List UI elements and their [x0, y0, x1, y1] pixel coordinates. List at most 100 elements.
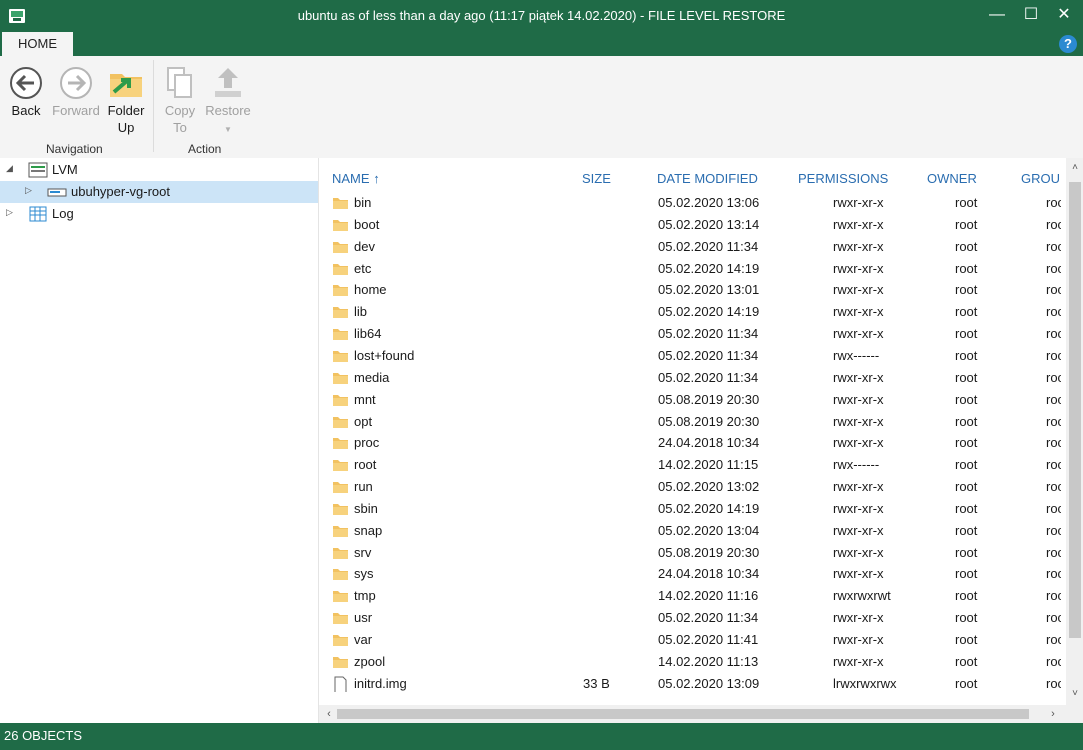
log-icon: [29, 206, 47, 222]
folder-icon: [333, 591, 348, 603]
restore-dropdown-icon[interactable]: ▼: [224, 125, 232, 134]
folder-icon: [333, 198, 348, 209]
file-date-modified: 05.02.2020 11:41: [658, 632, 759, 647]
forward-button[interactable]: Forward: [50, 66, 102, 119]
table-row[interactable]: lib64 05.02.2020 11:34 rwxr-xr-x root root: [319, 323, 1061, 345]
table-row[interactable]: home 05.02.2020 13:01 rwxr-xr-x root root: [319, 279, 1061, 301]
file-owner: root: [955, 632, 978, 647]
close-button[interactable]: ✕: [1050, 4, 1078, 26]
tree-collapse-icon[interactable]: ◢: [6, 163, 13, 174]
column-header-permissions[interactable]: PERMISSIONS: [798, 171, 888, 186]
copy-icon: [167, 67, 192, 98]
column-header-group[interactable]: GROUP: [1021, 171, 1061, 186]
table-row[interactable]: media 05.02.2020 11:34 rwxr-xr-x root root: [319, 367, 1061, 389]
table-row[interactable]: srv 05.08.2019 20:30 rwxr-xr-x root root: [319, 542, 1061, 564]
table-row[interactable]: proc 24.04.2018 10:34 rwxr-xr-x root root: [319, 432, 1061, 454]
file-group: root: [1046, 588, 1061, 604]
action-group-label: Action: [188, 142, 222, 156]
file-name: usr: [354, 610, 373, 626]
file-permissions: rwxr-xr-x: [833, 369, 884, 385]
table-row[interactable]: lost+found 05.02.2020 11:34 rwx------ root r…: [319, 345, 1061, 367]
file-name: bin: [354, 195, 372, 210]
table-row[interactable]: opt 05.08.2019 20:30 rwxr-xr-x root root: [319, 411, 1061, 433]
folder-icon: [333, 635, 348, 646]
file-date-modified: 05.08.2019 20:30: [658, 413, 760, 429]
scroll-left-icon[interactable]: ‹: [323, 708, 335, 720]
tree-expand-icon[interactable]: ▷: [25, 185, 32, 196]
restore-icon: [215, 68, 241, 97]
table-row[interactable]: dev 05.02.2020 11:34 rwxr-xr-x root root: [319, 236, 1061, 258]
table-row[interactable]: zpool 14.02.2020 11:13 rwxr-xr-x root root: [319, 651, 1061, 673]
tree-item-ubuhyper-vg-root[interactable]: ▷ ubuhyper-vg-root: [0, 181, 318, 203]
server-icon: [28, 162, 48, 178]
tab-home[interactable]: HOME: [2, 32, 73, 56]
table-row[interactable]: tmp 14.02.2020 11:16 rwxrwxrwt root root: [319, 585, 1061, 607]
folder-up-button[interactable]: Folder Up: [106, 66, 146, 136]
tree-expand-icon[interactable]: ▷: [6, 207, 13, 218]
file-permissions: rwx------: [833, 347, 880, 363]
folder-icon: [333, 416, 348, 428]
vertical-scroll-thumb[interactable]: [1069, 182, 1081, 638]
column-header-owner[interactable]: OWNER: [927, 171, 977, 186]
vertical-scrollbar[interactable]: ˄ ˅: [1066, 158, 1083, 723]
file-name: root: [354, 457, 377, 473]
folder-icon: [333, 656, 348, 668]
table-row[interactable]: etc 05.02.2020 14:19 rwxr-xr-x root root: [319, 258, 1061, 280]
file-date-modified: 24.04.2018 10:34: [658, 566, 760, 582]
file-name: lib: [354, 304, 368, 320]
file-icon: [334, 676, 347, 692]
file-group: root: [1046, 566, 1061, 582]
file-owner: root: [955, 522, 978, 538]
file-owner: root: [955, 675, 978, 691]
table-row[interactable]: sys 24.04.2018 10:34 rwxr-xr-x root root: [319, 563, 1061, 585]
table-row[interactable]: sbin 05.02.2020 14:19 rwxr-xr-x root root: [319, 498, 1061, 520]
table-row[interactable]: lib 05.02.2020 14:19 rwxr-xr-x root root: [319, 301, 1061, 323]
horizontal-scrollbar[interactable]: ‹ ›: [319, 705, 1066, 723]
file-owner: root: [955, 369, 978, 385]
copy-to-button[interactable]: Copy To: [162, 66, 198, 136]
file-group: root: [1046, 216, 1061, 232]
folder-icon: [333, 503, 348, 515]
back-button[interactable]: Back: [8, 66, 44, 119]
table-row[interactable]: usr 05.02.2020 11:34 rwxr-xr-x root root: [319, 607, 1061, 629]
scroll-down-icon[interactable]: ˅: [1069, 688, 1081, 700]
horizontal-scroll-thumb[interactable]: [337, 709, 1029, 719]
file-group: root: [1046, 479, 1061, 495]
help-icon[interactable]: ?: [1059, 35, 1077, 53]
table-row[interactable]: var 05.02.2020 11:41 rwxr-xr-x root root: [319, 629, 1061, 651]
back-arrow-icon: [10, 67, 42, 99]
table-row[interactable]: bin 05.02.2020 13:06 rwxr-xr-x root root: [319, 192, 1061, 214]
table-row[interactable]: snap 05.02.2020 13:04 rwxr-xr-x root root: [319, 520, 1061, 542]
tree-item-log[interactable]: ▷ Log: [0, 203, 318, 225]
scroll-up-icon[interactable]: ˄: [1069, 162, 1081, 174]
file-group: root: [1046, 435, 1061, 451]
minimize-button[interactable]: —: [983, 4, 1011, 26]
tree-item-lvm[interactable]: ◢ LVM: [0, 159, 318, 181]
table-row[interactable]: boot 05.02.2020 13:14 rwxr-xr-x root root: [319, 214, 1061, 236]
file-permissions: rwxr-xr-x: [833, 435, 884, 451]
file-owner: root: [955, 391, 978, 407]
file-owner: root: [955, 304, 978, 320]
file-permissions: rwxr-xr-x: [833, 653, 884, 669]
column-header-date[interactable]: DATE MODIFIED: [657, 171, 758, 186]
file-owner: root: [955, 435, 978, 451]
file-date-modified: 05.02.2020 11:34: [658, 347, 759, 363]
scroll-right-icon[interactable]: ›: [1047, 708, 1059, 720]
file-owner: root: [955, 610, 978, 626]
file-name: home: [354, 282, 387, 298]
column-header-name[interactable]: NAME ↑: [332, 171, 380, 186]
table-row[interactable]: initrd.img 33 B 05.02.2020 13:09 lrwxrwxrwx…: [319, 673, 1061, 695]
restore-button[interactable]: Restore ▼: [203, 66, 253, 138]
file-name: srv: [354, 544, 372, 560]
file-date-modified: 05.02.2020 11:34: [658, 369, 759, 385]
file-date-modified: 05.02.2020 13:02: [658, 479, 760, 495]
table-row[interactable]: mnt 05.08.2019 20:30 rwxr-xr-x root root: [319, 389, 1061, 411]
file-owner: root: [955, 238, 978, 254]
maximize-button[interactable]: ☐: [1017, 4, 1045, 26]
restore-label: Restore: [205, 103, 251, 118]
file-name: etc: [354, 260, 372, 276]
table-row[interactable]: root 14.02.2020 11:15 rwx------ root root: [319, 454, 1061, 476]
column-header-size[interactable]: SIZE: [582, 171, 611, 186]
table-row[interactable]: run 05.02.2020 13:02 rwxr-xr-x root root: [319, 476, 1061, 498]
file-permissions: rwxr-xr-x: [833, 304, 884, 320]
